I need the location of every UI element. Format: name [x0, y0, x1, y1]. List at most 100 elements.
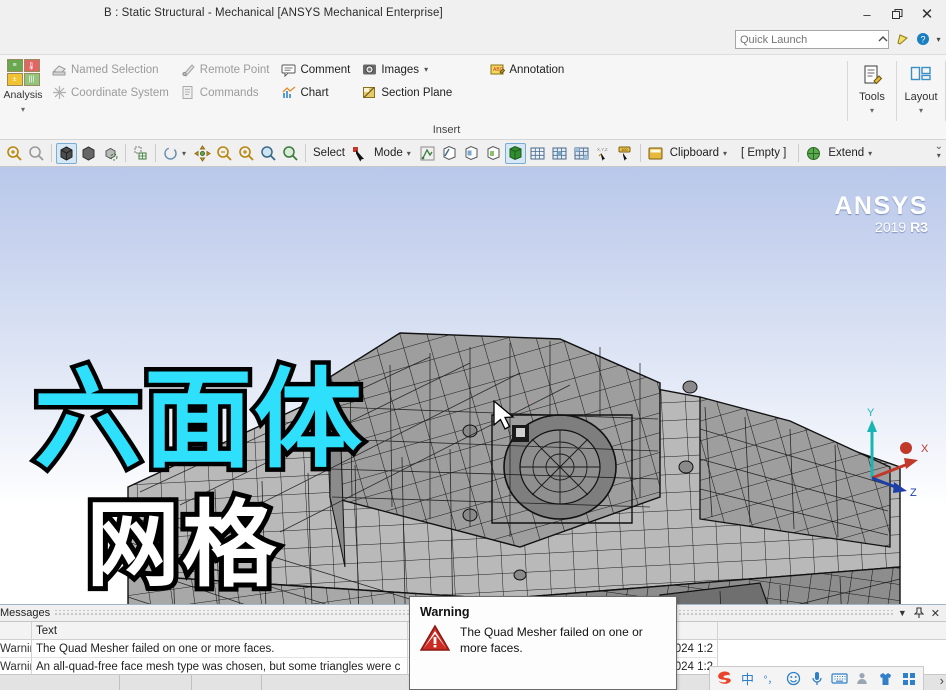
mesh-geometry[interactable] [0, 167, 946, 604]
extend-caret-icon[interactable]: ▾ [868, 149, 877, 158]
emoji-icon[interactable] [785, 670, 802, 688]
zoom-out-icon[interactable] [26, 143, 47, 164]
skin-icon[interactable] [877, 670, 894, 688]
chevron-down-icon[interactable]: ▼ [898, 608, 907, 618]
extend-label[interactable]: Extend [825, 147, 867, 159]
analysis-caret-icon[interactable]: ▾ [21, 105, 25, 114]
clipboard-icon[interactable] [645, 143, 666, 164]
close-icon[interactable]: ✕ [931, 607, 940, 620]
messages-panel-title: Messages [0, 607, 50, 619]
toolbox-icon[interactable] [900, 670, 917, 688]
triad-z-axis [872, 478, 907, 493]
triad-label-x: X [921, 443, 929, 455]
annotation-button[interactable]: ABC Annotation [490, 61, 564, 78]
layout-button[interactable]: Layout ▾ [897, 55, 945, 140]
images-caret-icon[interactable]: ▾ [424, 65, 428, 74]
analysis-button[interactable]: ≡ 🌡 ± ||| Analysis ▾ [0, 55, 46, 140]
chart-button[interactable]: Chart [281, 84, 350, 101]
quick-launch-input[interactable] [735, 30, 889, 49]
named-selection-icon [52, 62, 67, 77]
coordinate-system-label: Coordinate System [71, 87, 169, 99]
pan-icon[interactable] [192, 143, 213, 164]
box-wire-icon[interactable] [100, 143, 121, 164]
warning-tooltip: Warning The Quad Mesher failed on one or… [409, 596, 677, 690]
user-icon[interactable] [854, 670, 871, 688]
select-body-icon[interactable] [483, 143, 504, 164]
remote-point-icon [181, 62, 196, 77]
punctuation-icon[interactable]: °， [762, 670, 779, 688]
xyz-probe-icon[interactable]: X,Y,Z [593, 143, 614, 164]
ime-toolbar[interactable]: 中 °， [709, 666, 924, 690]
mode-label[interactable]: Mode [371, 147, 406, 159]
rotate-caret-icon[interactable]: ▾ [182, 149, 191, 158]
select-cursor-icon[interactable] [349, 143, 370, 164]
minimize-button[interactable]: – [852, 1, 882, 27]
zoom-prev-icon[interactable] [258, 143, 279, 164]
select-box-icon[interactable] [130, 143, 151, 164]
select-edge-icon[interactable] [439, 143, 460, 164]
chinese-mode-icon[interactable]: 中 [739, 670, 756, 688]
mesh-model[interactable] [0, 167, 946, 604]
select-label[interactable]: Select [310, 147, 348, 159]
toolbar-overflow-button[interactable]: ⌄▾ [935, 142, 943, 160]
clipboard-caret-icon[interactable]: ▾ [723, 149, 732, 158]
clipboard-label[interactable]: Clipboard [667, 147, 722, 159]
close-button[interactable]: ✕ [912, 1, 942, 27]
status-cell-3 [192, 675, 262, 690]
annotation-label: Annotation [509, 64, 564, 76]
title-bar: B : Static Structural - Mechanical [ANSY… [0, 0, 946, 28]
comment-label: Comment [300, 64, 350, 76]
remote-point-button[interactable]: Remote Point [181, 61, 270, 78]
named-selection-button[interactable]: Named Selection [52, 61, 169, 78]
axis-triad[interactable]: X Y Z [850, 406, 934, 496]
zoom-fit-icon[interactable] [236, 143, 257, 164]
insert-group-label: Insert [46, 124, 847, 136]
select-mesh-faces-icon[interactable] [571, 143, 592, 164]
layout-label: Layout [904, 91, 937, 103]
comment-button[interactable]: Comment [281, 61, 350, 78]
box-shaded-icon[interactable] [56, 143, 77, 164]
images-button[interactable]: Images ▾ [362, 61, 452, 78]
select-mesh-elements-icon[interactable] [549, 143, 570, 164]
triad-y-axis [867, 420, 877, 478]
zoom-region-icon[interactable] [214, 143, 235, 164]
microphone-icon[interactable] [808, 670, 825, 688]
quick-launch-row: ? ▾ [0, 28, 946, 54]
select-face-icon[interactable] [461, 143, 482, 164]
box-solid-icon[interactable] [78, 143, 99, 164]
feedback-icon[interactable] [895, 31, 910, 47]
layout-caret-icon[interactable]: ▾ [919, 106, 923, 115]
section-plane-button[interactable]: Section Plane [362, 84, 452, 101]
help-dropdown-caret[interactable]: ▾ [935, 31, 942, 47]
restore-button[interactable] [882, 1, 912, 27]
tools-button[interactable]: Tools ▾ [848, 55, 896, 140]
zoom-next-icon[interactable] [280, 143, 301, 164]
toolbar-divider-1 [51, 144, 52, 162]
commands-button[interactable]: Commands [181, 84, 270, 101]
zoom-in-icon[interactable] [4, 143, 25, 164]
mode-caret-icon[interactable]: ▾ [407, 149, 416, 158]
svg-text:X,Y,Z: X,Y,Z [597, 147, 608, 152]
tools-label: Tools [859, 91, 885, 103]
select-solid-icon[interactable] [505, 143, 526, 164]
select-vertex-icon[interactable] [417, 143, 438, 164]
chevron-up-icon[interactable] [875, 31, 890, 47]
pin-icon[interactable] [914, 607, 924, 619]
label-probe-icon[interactable]: 100 [615, 143, 636, 164]
rotate-icon[interactable] [160, 143, 181, 164]
ime-more-button[interactable]: › [940, 673, 944, 688]
sogou-logo-icon[interactable] [716, 670, 733, 688]
comment-icon [281, 62, 296, 77]
help-icon[interactable]: ? [915, 31, 930, 47]
images-icon [362, 62, 377, 77]
column-header-type[interactable] [0, 622, 32, 639]
3d-viewport[interactable]: ANSYS 2019 R3 [0, 167, 946, 604]
select-mesh-nodes-icon[interactable] [527, 143, 548, 164]
column-header-text[interactable]: Text [32, 622, 408, 639]
status-cell-2 [120, 675, 192, 690]
soft-keyboard-icon[interactable] [831, 670, 848, 688]
tools-caret-icon[interactable]: ▾ [870, 106, 874, 115]
coordinate-system-button[interactable]: Coordinate System [52, 84, 169, 101]
extend-icon[interactable] [803, 143, 824, 164]
toolbar-divider-5 [640, 144, 641, 162]
